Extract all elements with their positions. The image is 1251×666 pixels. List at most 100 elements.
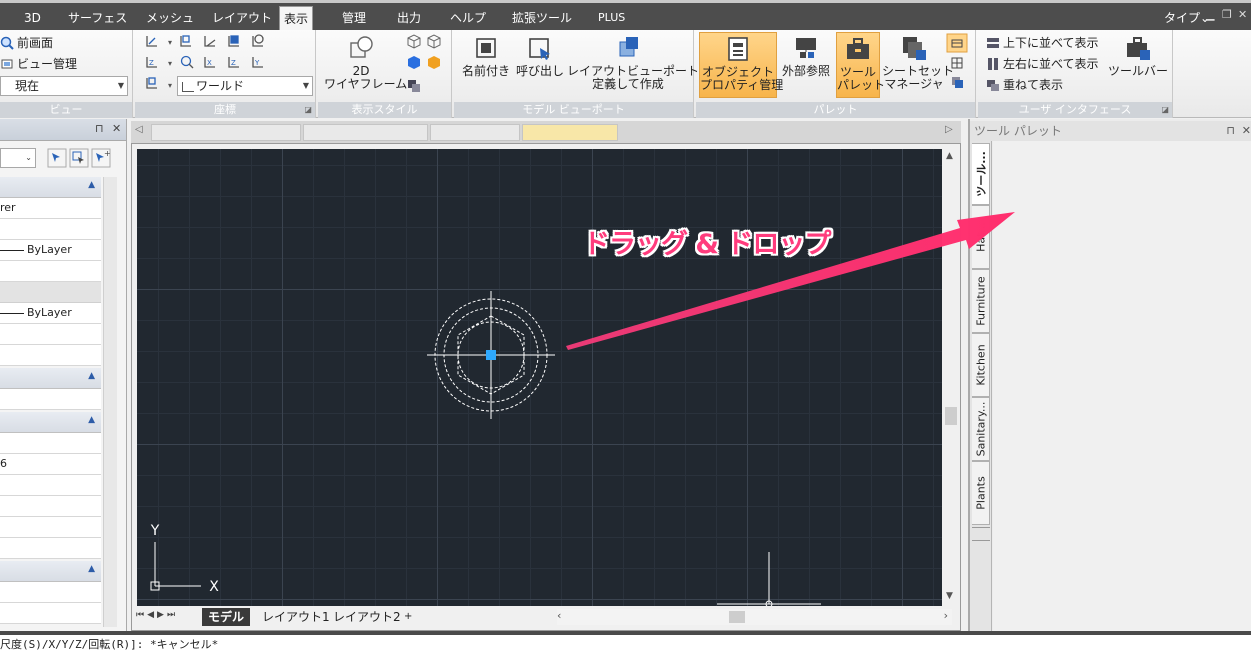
add-layout-button[interactable]: + [398, 608, 418, 626]
visual-style-icons[interactable] [402, 32, 442, 102]
panel-title-coordinates: 座標 ◪ [135, 102, 315, 118]
tab-extend-tools[interactable]: 拡張ツール [508, 6, 576, 30]
scroll-left-icon[interactable]: ◁ [135, 124, 143, 135]
wireframe-2d-button[interactable]: 2D ワイヤフレーム [324, 34, 407, 91]
layout-nav-arrows[interactable]: ⏮◀▶⏭ [136, 610, 178, 620]
close-icon[interactable]: ✕ [1238, 8, 1247, 21]
scroll-thumb[interactable] [729, 611, 745, 623]
tab-plus[interactable]: PLUS [594, 6, 629, 30]
property-row[interactable] [0, 433, 101, 454]
property-row[interactable]: ByLayer [0, 303, 101, 324]
panel-launcher-icon[interactable]: ◪ [304, 102, 312, 118]
selection-dropdown[interactable]: ⌄ [0, 148, 36, 168]
tab-model[interactable]: モデル [202, 608, 251, 626]
section-3d-visual[interactable]: ▲ [0, 368, 101, 389]
tab-mesh[interactable]: メッシュ [142, 6, 198, 30]
tool-palette-content[interactable] [993, 141, 1251, 631]
palette-tab-kitchen[interactable]: Kitchen [972, 333, 990, 397]
properties-scrollbar[interactable] [103, 177, 117, 627]
drawing-canvas[interactable]: Y X [137, 149, 942, 606]
document-tab-active[interactable] [522, 124, 618, 141]
scroll-thumb[interactable] [945, 407, 957, 425]
object-properties-button[interactable]: オブジェクト プロパティ管理 [699, 32, 783, 98]
scroll-left-icon[interactable]: ‹ [557, 609, 561, 622]
svg-text:▾: ▾ [168, 81, 172, 90]
tab-layout2[interactable]: レイアウト2 [327, 608, 407, 626]
properties-panel-header: ⊓ ✕ [0, 119, 126, 141]
sheet-set-manager-button[interactable]: シートセット マネージャ [882, 34, 954, 91]
property-row[interactable] [0, 496, 101, 517]
property-row[interactable] [0, 389, 101, 410]
close-panel-icon[interactable]: ✕ [112, 122, 121, 135]
create-layout-viewport-button[interactable]: レイアウトビューポートを 定義して作成 [567, 34, 711, 91]
section-general[interactable]: ▲ [0, 177, 101, 198]
palette-tab-tools[interactable]: ツール... [972, 143, 990, 205]
selection-tool-icons[interactable]: + [46, 147, 116, 169]
tile-horizontal-button[interactable]: 上下に並べて表示 [986, 34, 1099, 51]
document-tab[interactable] [430, 124, 520, 141]
tab-3d[interactable]: 3D [20, 6, 45, 30]
close-panel-icon[interactable]: ✕ [1242, 121, 1251, 141]
svg-text:Z: Z [231, 59, 236, 67]
property-row[interactable]: rer [0, 198, 101, 219]
scroll-right-icon[interactable]: › [944, 609, 948, 622]
properties-icon [724, 35, 752, 63]
property-row[interactable]: ByLayer [0, 240, 101, 261]
property-row[interactable]: 6 [0, 454, 101, 475]
command-line[interactable]: 尺度(S)/X/Y/Z/回転(R)]: *キャンセル* [0, 631, 1251, 666]
tab-manage[interactable]: 管理 [338, 6, 370, 30]
document-tab[interactable] [303, 124, 428, 141]
tab-surface[interactable]: サーフェス [64, 6, 131, 30]
view-select[interactable]: 現在 ▼ [0, 76, 128, 96]
property-row [0, 282, 101, 303]
tab-layout[interactable]: レイアウト [208, 6, 276, 30]
tab-view[interactable]: 表示 [279, 6, 314, 33]
property-row[interactable] [0, 345, 101, 366]
property-row[interactable] [0, 582, 101, 603]
property-row[interactable] [0, 538, 101, 559]
restore-viewports-button[interactable]: 呼び出し [514, 34, 566, 78]
external-references-button[interactable]: 外部参照 [779, 34, 833, 78]
panel-launcher-icon[interactable]: ◪ [1161, 102, 1169, 118]
palette-tab-sanitary[interactable]: Sanitary... [972, 397, 990, 461]
property-row[interactable] [0, 219, 101, 240]
named-viewports-button[interactable]: 名前付き [458, 34, 514, 78]
tool-palettes-button[interactable]: ツール パレット [836, 32, 885, 98]
cascade-button[interactable]: 重ねて表示 [986, 76, 1063, 93]
ucs-select[interactable]: ワールド ▼ [177, 76, 313, 96]
pin-icon[interactable]: ⊓ [1226, 121, 1235, 141]
tab-help[interactable]: ヘルプ [446, 6, 490, 30]
scroll-up-icon[interactable]: ▲ [946, 151, 953, 161]
property-row[interactable] [0, 324, 101, 345]
layout-tab-bar: ⏮◀▶⏭ モデル レイアウト1 レイアウト2 + ‹ › [132, 606, 960, 630]
property-row[interactable] [0, 603, 101, 624]
prev-view-button[interactable]: 前画面 [0, 34, 53, 51]
palette-tab-plants[interactable]: Plants [972, 461, 990, 525]
pin-icon[interactable]: ⊓ [95, 122, 104, 135]
collapse-icon: ▲ [88, 415, 95, 425]
minimize-icon[interactable]: ▁ [1206, 8, 1214, 21]
canvas-vertical-scrollbar[interactable]: ▲ ▼ [944, 149, 958, 606]
restore-icon[interactable]: ❐ [1222, 8, 1232, 21]
canvas-horizontal-scrollbar[interactable]: ‹ › [557, 609, 952, 625]
section-view[interactable]: ▲ [0, 561, 101, 582]
toolbar-button[interactable]: ツールバー [1108, 34, 1168, 78]
tab-output[interactable]: 出力 [393, 6, 425, 30]
view-manager-button[interactable]: ビュー管理 [0, 55, 77, 72]
palette-small-icons[interactable] [946, 32, 970, 98]
property-row[interactable] [0, 517, 101, 538]
zoom-prev-icon [0, 36, 14, 50]
scroll-down-icon[interactable]: ▼ [946, 591, 953, 601]
tab-layout1[interactable]: レイアウト1 [256, 608, 336, 626]
palette-tab-overflow[interactable] [972, 527, 990, 541]
document-tab[interactable] [151, 124, 301, 141]
section-plot[interactable]: ▲ [0, 412, 101, 433]
palette-tab-furniture[interactable]: Furniture [972, 269, 990, 333]
y-axis-label: Y [150, 523, 160, 539]
chevron-down-icon: ▼ [302, 81, 309, 90]
property-row[interactable] [0, 475, 101, 496]
tile-vertical-button[interactable]: 左右に並べて表示 [986, 55, 1099, 72]
scroll-right-icon[interactable]: ▷ [945, 124, 953, 135]
property-row[interactable] [0, 261, 101, 282]
palette-tab-hatch[interactable]: Hat... [972, 205, 990, 269]
